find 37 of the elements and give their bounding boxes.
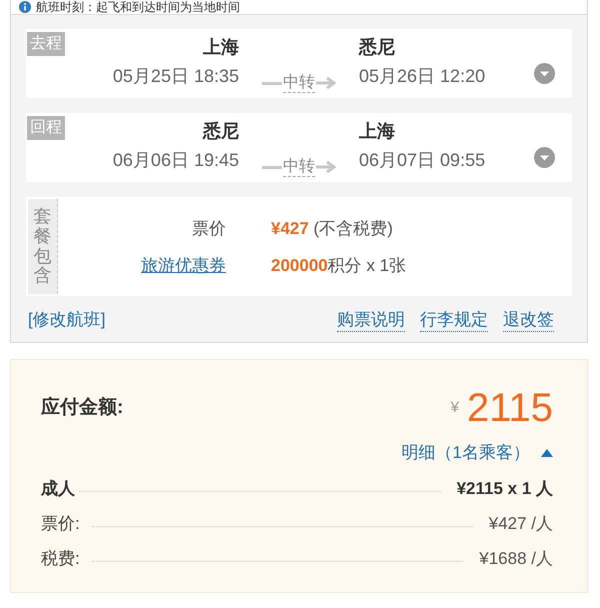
arrival-time: 06月07日 09:55: [359, 149, 486, 171]
arrow-icon: [316, 161, 336, 173]
fee-value: ¥1688 /人: [479, 548, 553, 570]
total-amount: 2115: [466, 386, 553, 430]
price-label: 票价: [192, 218, 226, 240]
trip-tag: 去程: [27, 32, 65, 56]
transfer-label[interactable]: 中转: [283, 74, 315, 92]
trip-tag: 回程: [27, 116, 65, 140]
amount-due-label: 应付金额:: [41, 396, 124, 420]
caret-down-icon[interactable]: [534, 63, 555, 84]
caret-up-icon: [541, 449, 553, 457]
policy-link[interactable]: 退改签: [503, 308, 554, 332]
fee-value: ¥427 /人: [488, 513, 553, 535]
departure-time: 05月25日 18:35: [112, 65, 239, 87]
passenger-type-label: 成人: [41, 478, 75, 500]
modify-flight-link[interactable]: [修改航班]: [28, 308, 106, 332]
departure-city: 上海: [203, 36, 239, 58]
subtotal-value: ¥2115 x 1 人: [456, 478, 553, 500]
details-toggle[interactable]: 明细（1名乘客）: [402, 441, 553, 465]
package-label: 套餐包含: [34, 206, 52, 286]
coupon-link[interactable]: 旅游优惠券: [141, 254, 226, 278]
currency-symbol: ¥: [450, 398, 459, 418]
package-item-value: 200000积分 x 1张: [271, 255, 406, 277]
arrow-icon: [316, 77, 336, 89]
departure-time: 06月06日 19:45: [112, 149, 239, 171]
fee-label: 税费:: [41, 548, 80, 570]
arrival-city: 悉尼: [359, 36, 395, 58]
fee-label: 票价:: [41, 513, 80, 535]
arrival-city: 上海: [359, 120, 395, 142]
arrival-time: 05月26日 12:20: [359, 65, 486, 87]
policy-link[interactable]: 购票说明: [337, 308, 405, 332]
departure-city: 悉尼: [203, 120, 239, 142]
policy-link[interactable]: 行李规定: [420, 308, 488, 332]
transfer-label[interactable]: 中转: [283, 158, 315, 176]
notice-text: 航班时刻：起飞和到达时间为当地时间: [36, 0, 240, 14]
package-item-value: ¥427 (不含税费): [271, 218, 393, 240]
caret-down-icon[interactable]: [534, 147, 555, 168]
